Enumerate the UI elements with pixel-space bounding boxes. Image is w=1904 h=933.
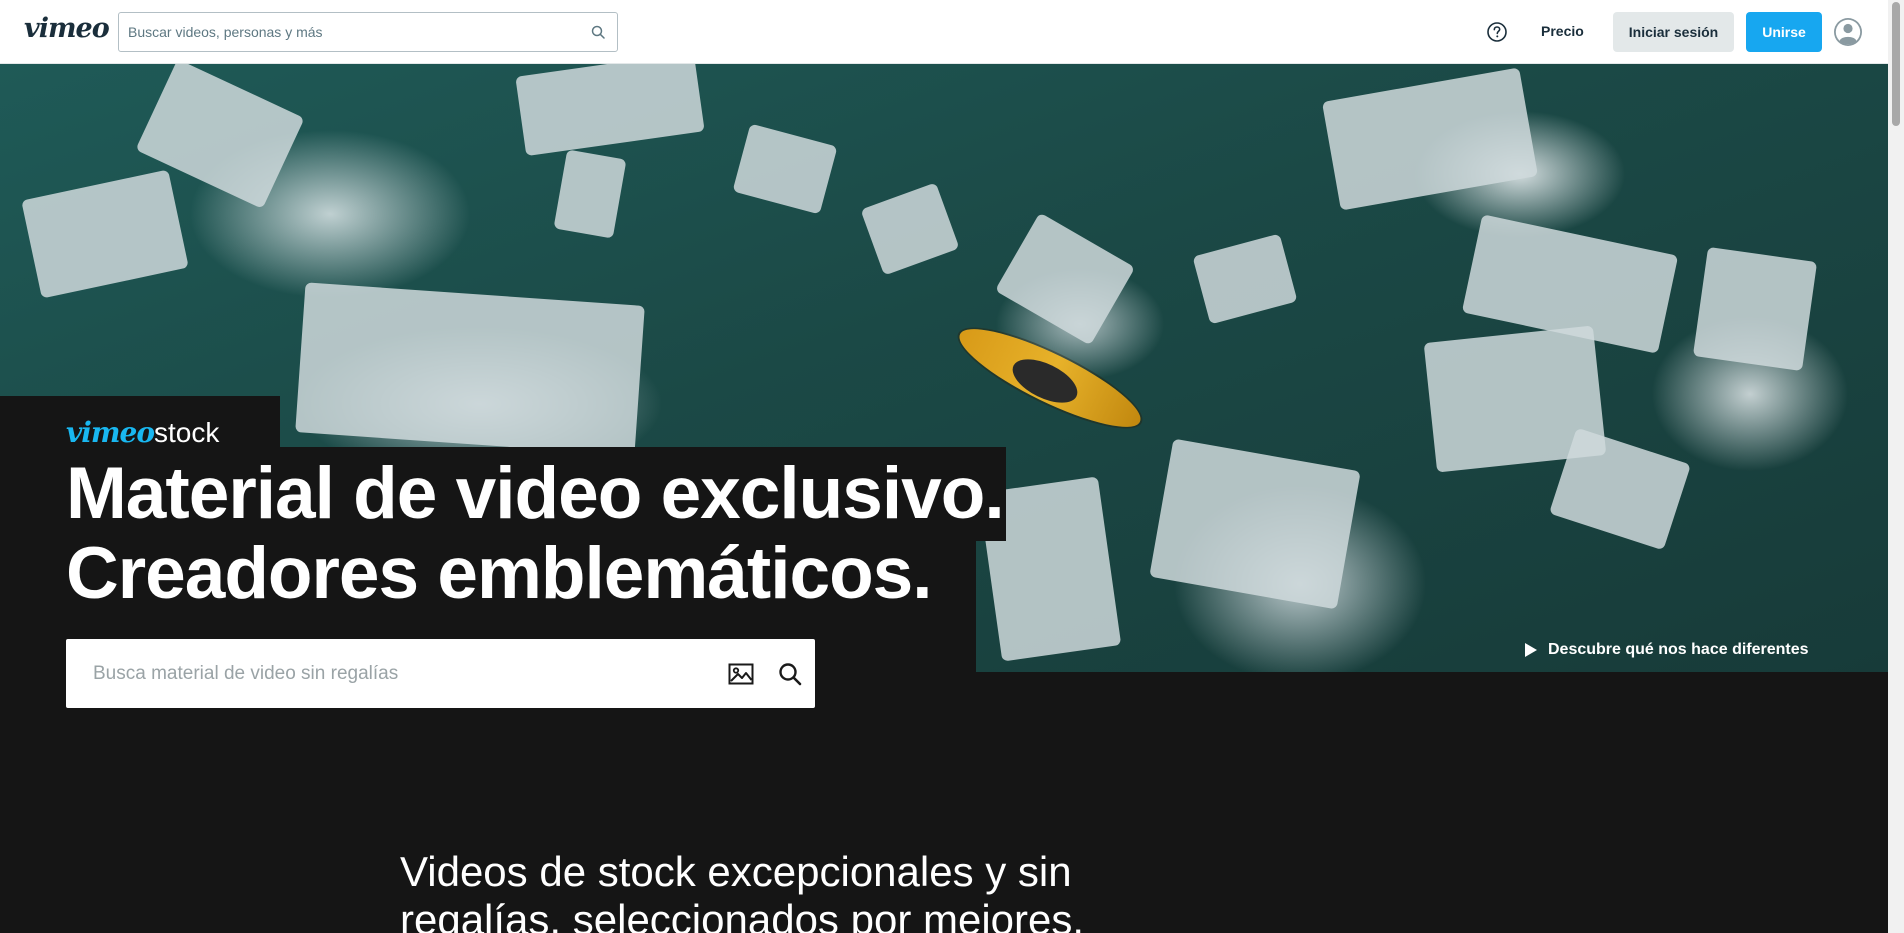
search-icon[interactable] <box>591 25 605 39</box>
hero-headline: Material de video exclusivo. Creadores e… <box>66 453 1005 614</box>
ice-floe <box>1549 427 1691 551</box>
ice-floe <box>295 282 645 456</box>
join-button[interactable]: Unirse <box>1746 12 1822 52</box>
search-icon[interactable] <box>778 662 802 686</box>
ice-floe <box>1321 67 1539 211</box>
stock-search <box>66 639 815 708</box>
avatar-icon[interactable] <box>1833 17 1863 47</box>
help-icon[interactable] <box>1486 21 1508 43</box>
ice-floe <box>515 64 705 157</box>
intro-tagline: Videos de stock excepcionales y sin rega… <box>400 848 1085 933</box>
stock-wordmark: stock <box>154 417 220 448</box>
headline-line-2: Creadores emblemáticos. <box>66 533 933 614</box>
scrollbar-thumb[interactable] <box>1892 2 1900 126</box>
vimeo-wordmark: vimeo <box>66 416 155 449</box>
site-search-input[interactable] <box>119 13 617 51</box>
ice-floe <box>21 169 189 299</box>
ice-floe <box>860 182 960 276</box>
ice-floe <box>1149 438 1361 610</box>
headline-line-1: Material de video exclusivo. <box>66 453 1005 534</box>
login-button[interactable]: Iniciar sesión <box>1613 12 1734 52</box>
stock-search-input[interactable] <box>66 639 815 708</box>
discover-label: Descubre qué nos hace diferentes <box>1548 641 1809 658</box>
discover-video-button[interactable]: Descubre qué nos hace diferentes <box>1524 641 1809 659</box>
top-navigation: vimeo Precio Iniciar sesión Unirse <box>0 0 1888 64</box>
vimeo-logo[interactable]: vimeo <box>24 13 110 44</box>
page-scrollbar[interactable] <box>1888 0 1904 933</box>
play-icon <box>1525 643 1537 657</box>
ice-floe <box>732 123 838 215</box>
site-search <box>118 12 618 52</box>
ice-floe <box>1192 233 1298 325</box>
image-search-icon[interactable] <box>728 661 754 687</box>
ice-floe <box>1692 246 1818 372</box>
ice-floe <box>553 149 627 239</box>
pricing-link[interactable]: Precio <box>1541 23 1584 39</box>
ice-floe <box>994 212 1136 346</box>
vimeo-stock-logo[interactable]: vimeostock <box>66 416 219 449</box>
